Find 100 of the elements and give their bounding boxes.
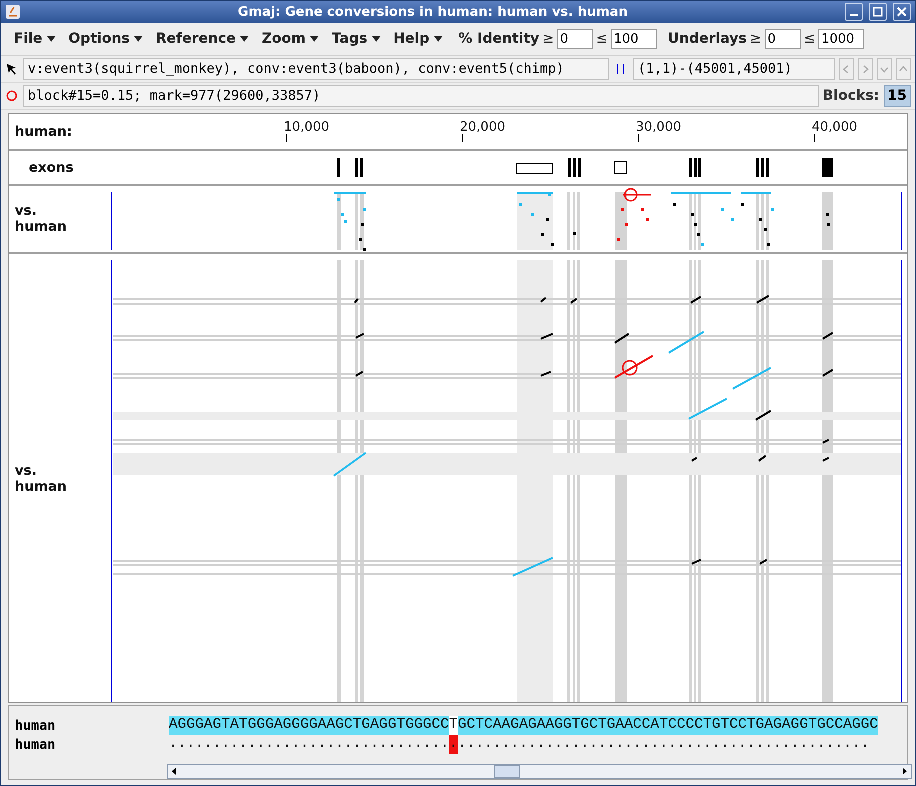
chevron-right-icon [861,64,870,74]
exon-block [355,158,358,177]
close-button[interactable] [893,3,911,21]
exon-block [337,158,340,177]
ruler-tick-label: 30,000 [636,120,682,135]
alignment-segment [540,371,552,377]
exon-block [568,158,571,177]
min-input[interactable]: 0 [557,29,594,49]
ruler-tick-label: 40,000 [812,120,858,135]
exon-block [766,158,769,177]
window-title: Gmaj: Gene conversions in human: human vs. human [237,4,629,20]
sequence-text: AGGGAGTATGGGAGGGGAAGCTGAGGTGGGCC [169,716,450,735]
menu-item[interactable]: Help [388,28,448,50]
ruler-tick-label: 10,000 [284,120,330,135]
exon-block [761,158,764,177]
alignment-segment [690,296,702,304]
blocks-label: Blocks: [822,88,880,104]
alignment-segment [356,371,364,377]
comparison-symbol: ≥ [750,31,762,47]
track-label: vs. human [15,463,68,495]
menu-item[interactable]: Tags [327,28,386,50]
tick-mark [462,134,464,142]
alignment-segment [822,457,830,462]
range-boundary-line [901,192,902,250]
exon-band [567,192,570,250]
alignment-segment [688,398,728,420]
track-label: vs. human [15,203,68,235]
alignment-segment [691,457,698,462]
alignment-segment [356,333,364,339]
comparison-symbol: ≤ [596,31,608,47]
menu-item[interactable]: Reference [151,28,254,50]
filter-label: Underlays [668,31,748,47]
sequence-text: ............................................... [458,735,870,754]
menu-item[interactable]: File [9,28,61,50]
max-input[interactable]: 100 [610,29,657,49]
caret-icon [134,36,143,42]
exon-band [355,192,358,250]
caret-icon [434,36,443,42]
alignment-segment [614,355,654,379]
sequence-mark: T [449,716,458,735]
blocks-count: 15 [884,85,911,107]
scroll-thumb[interactable] [494,765,520,778]
tick-mark [638,134,640,142]
exon-band [615,192,627,250]
pointer-icon[interactable] [5,62,19,76]
alignment-segment [354,298,359,304]
caret-icon [240,36,250,42]
alignment-segment [822,332,834,340]
menu-item[interactable]: Zoom [257,28,324,50]
menu-item[interactable]: Options [64,28,148,50]
alignment-segment [822,439,830,444]
comparison-symbol: ≤ [804,31,816,47]
exon-block [578,158,581,177]
exon-band [577,192,580,250]
comparison-symbol: ≥ [542,31,554,47]
filter-label: % Identity [458,31,540,47]
exon-block [756,158,759,177]
status-field[interactable]: block#15=0.15; mark=977(29600,33857) [23,85,819,107]
exon-band [756,192,759,250]
exon-block [360,158,363,177]
track-label: exons [29,160,75,176]
ruler-tick-label: 20,000 [460,120,506,135]
tick-mark [814,134,816,142]
exon-band [337,192,341,250]
exon-block [573,158,576,177]
alignment-segment [540,333,554,340]
sequence-name: human [15,718,57,734]
tick-mark [286,134,288,142]
circle-icon[interactable] [5,89,19,103]
alignment-segment [760,559,768,565]
horizontal-scrollbar[interactable] [167,764,912,779]
view-range-field[interactable]: (1,1)-(45001,45001) [633,58,835,80]
exon-block [689,158,692,177]
sequence-name: human [15,736,57,752]
exon-band [517,192,553,250]
sequence-text: ................................ [169,735,450,754]
alignment-segment [758,455,767,462]
sequence-text: GCTCAAGAGAAGGTGCTGAACCATCCCCTGTCCTGAGAGGTGCCAGGC [458,716,878,735]
alignment-segment [668,331,705,354]
minimize-icon [850,14,858,16]
minimize-button[interactable] [845,3,863,21]
exon-band [766,192,769,250]
alignment-segment [755,410,772,421]
max-input[interactable]: 1000 [818,29,864,49]
alignment-segment [570,298,578,304]
exon-band [698,192,701,250]
sequence-mark: . [449,735,458,754]
alignment-segment [540,297,547,303]
chevron-left-icon [842,64,851,74]
min-input[interactable]: 0 [764,29,801,49]
exon-band [689,192,692,250]
app-icon [5,4,21,20]
maximize-button[interactable] [869,3,887,21]
maximize-icon [873,7,883,17]
alignment-segment [614,333,630,344]
caret-icon [310,36,320,42]
exon-block [614,162,628,174]
track-label: human: [15,124,74,140]
tags-field[interactable]: v:event3(squirrel_monkey), conv:event3(baboon), conv:event5(chimp) [23,58,609,80]
alignment-segment [512,557,554,577]
